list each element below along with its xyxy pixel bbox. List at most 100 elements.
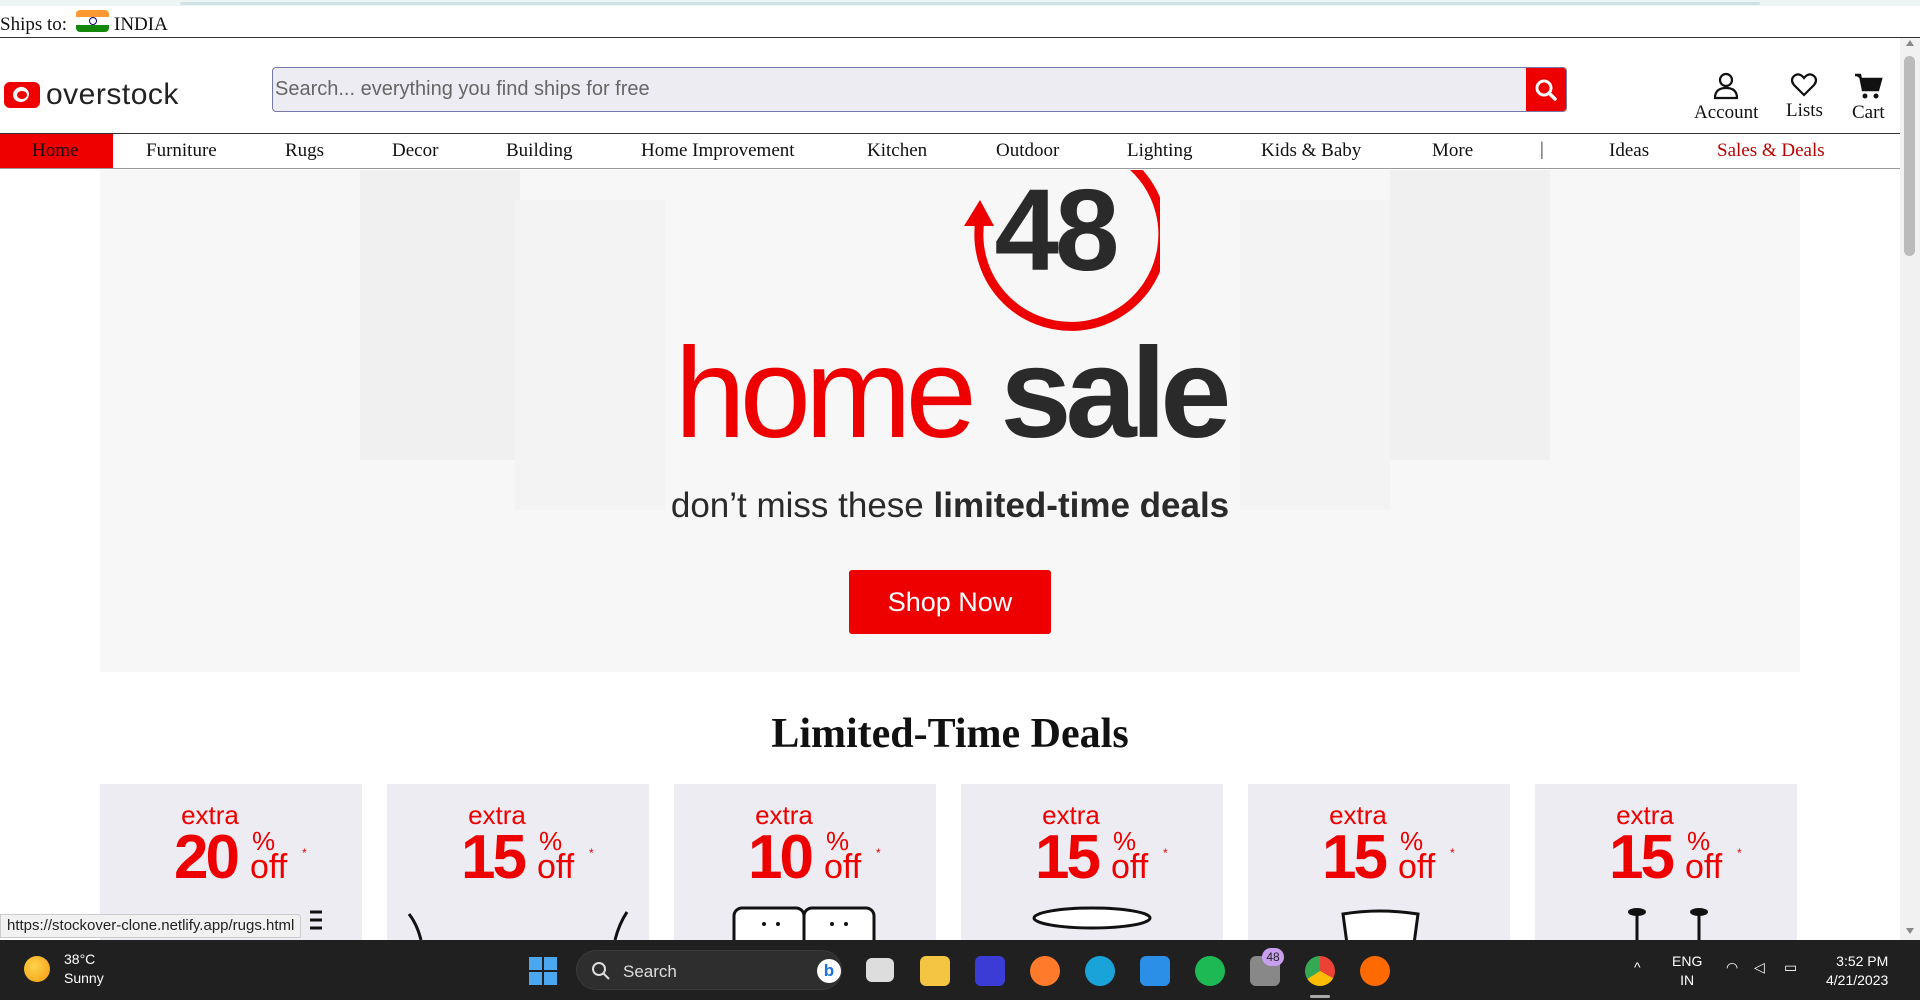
deal-card[interactable]: extra 15 % off * [1535,784,1797,940]
lists-link[interactable]: Lists [1786,72,1823,122]
nav-more[interactable]: More [1432,140,1473,162]
deal-asterisk: * [1450,846,1455,860]
logo-mark-icon [4,82,40,108]
task-view-icon[interactable] [866,958,894,982]
overstock-logo[interactable]: overstock [4,78,179,112]
notification-badge: 48 [1262,948,1284,966]
nav-ideas[interactable]: Ideas [1609,140,1649,162]
hero-48-badge: 48 [950,170,1160,340]
nav-separator: | [1540,139,1544,160]
deal-percent: 15 [1322,823,1388,892]
deal-percent: 15 [1035,823,1101,892]
nav-furniture[interactable]: Furniture [146,140,217,162]
deal-asterisk: * [876,846,881,860]
deal-card[interactable]: extra 15 % off * [961,784,1223,940]
nav-sales-deals[interactable]: Sales & Deals [1717,140,1825,162]
table-illustration-icon [1032,906,1152,930]
bed-illustration-icon [1341,909,1420,940]
account-link[interactable]: Account [1694,72,1758,124]
page-scrollbar[interactable] [1900,38,1920,940]
wifi-icon[interactable]: ◠ [1726,958,1738,977]
sofa-illustration-icon [732,906,876,940]
chrome-icon[interactable] [1305,956,1335,986]
deal-percent: 10 [748,823,814,892]
deal-asterisk: * [1163,846,1168,860]
search-input[interactable] [273,68,1526,111]
deal-off-label: off [1685,848,1723,886]
taskbar-search-label: Search [623,962,677,981]
edge-icon[interactable] [1085,956,1115,986]
tray-chevron-icon[interactable]: ^ [1634,958,1641,977]
taskbar-clock[interactable]: 3:52 PM 4/21/2023 [1826,952,1888,990]
link-status-url: https://stockover-clone.netlify.app/rugs… [0,914,302,938]
deal-card[interactable]: extra 15 % off * [387,784,649,940]
bing-icon: b [817,959,841,983]
deal-percent: 15 [1609,823,1675,892]
ships-to-bar: Ships to: INDIA [0,6,1920,38]
account-label: Account [1694,102,1759,123]
ships-to-label: Ships to: [0,14,68,35]
nav-kitchen[interactable]: Kitchen [867,140,927,162]
scroll-down-arrow-icon[interactable] [1906,928,1914,934]
battery-icon[interactable]: ▭ [1784,958,1797,977]
deal-off-label: off [250,848,288,886]
taskbar-search[interactable]: Search b [576,950,842,990]
deal-card[interactable]: extra 15 % off * [1248,784,1510,940]
nav-lighting[interactable]: Lighting [1127,140,1192,162]
app-icon[interactable] [975,956,1005,986]
main-nav: Home Furniture Rugs Decor Building Home … [0,133,1900,169]
nav-rugs[interactable]: Rugs [285,140,324,162]
account-icon [1714,72,1739,100]
hero-title-dark: sale [1000,322,1231,465]
deal-asterisk: * [1737,846,1742,860]
hero-title: home sale [100,330,1800,458]
deal-asterisk: * [302,846,307,860]
nav-building[interactable]: Building [506,140,573,162]
deal-off-label: off [1111,848,1149,886]
shop-now-button[interactable]: Shop Now [849,570,1051,634]
soundcloud-icon[interactable] [1360,956,1390,986]
deal-off-label: off [824,848,862,886]
scroll-thumb[interactable] [1904,56,1915,256]
deals-section-title: Limited-Time Deals [771,711,1129,757]
hero-subtitle: don’t miss these limited-time deals [100,486,1800,526]
file-explorer-icon[interactable] [920,956,950,986]
weather-temp: 38°C [64,951,96,967]
windows-taskbar: 38°C Sunny Search b 48 ^ ENG IN ◠ ◁ ▭ 3:… [0,940,1920,1000]
lists-label: Lists [1786,100,1823,121]
sun-icon [24,956,50,982]
cart-link[interactable]: Cart [1852,72,1885,124]
firefox-icon[interactable] [1030,956,1060,986]
language-indicator[interactable]: ENG IN [1672,952,1702,990]
pendant-light-illustration-icon [1628,908,1708,940]
nav-home[interactable]: Home [0,134,113,168]
search-bar [272,67,1567,112]
deal-percent: 20 [174,823,240,892]
deal-asterisk: * [589,846,594,860]
windows-start-icon[interactable] [529,957,557,985]
active-app-indicator [1310,995,1330,998]
nav-decor[interactable]: Decor [392,140,438,162]
hero-subtitle-bold: limited-time deals [933,486,1230,525]
hero-banner[interactable]: 48 home sale don’t miss these limited-ti… [100,170,1800,672]
hero-subtitle-plain: don’t miss these [670,486,924,525]
hero-title-red: home [674,322,977,465]
cart-icon [1855,73,1883,99]
india-flag-icon [76,10,109,32]
deal-off-label: off [537,848,575,886]
scroll-up-arrow-icon[interactable] [1906,40,1914,46]
nav-kids-baby[interactable]: Kids & Baby [1261,140,1361,162]
nav-home-improvement[interactable]: Home Improvement [641,140,795,162]
chair-illustration-icon [407,911,629,940]
cart-label: Cart [1852,102,1885,123]
search-button[interactable] [1526,68,1566,111]
vscode-icon[interactable] [1140,956,1170,986]
deal-card[interactable]: extra 10 % off * [674,784,936,940]
spotify-icon[interactable] [1195,956,1225,986]
weather-widget[interactable]: 38°C Sunny [24,950,104,988]
ships-to-country[interactable]: INDIA [114,14,168,36]
logo-text: overstock [46,78,179,111]
nav-outdoor[interactable]: Outdoor [996,140,1059,162]
taskbar-time: 3:52 PM [1836,953,1889,969]
volume-icon[interactable]: ◁ [1754,958,1765,977]
